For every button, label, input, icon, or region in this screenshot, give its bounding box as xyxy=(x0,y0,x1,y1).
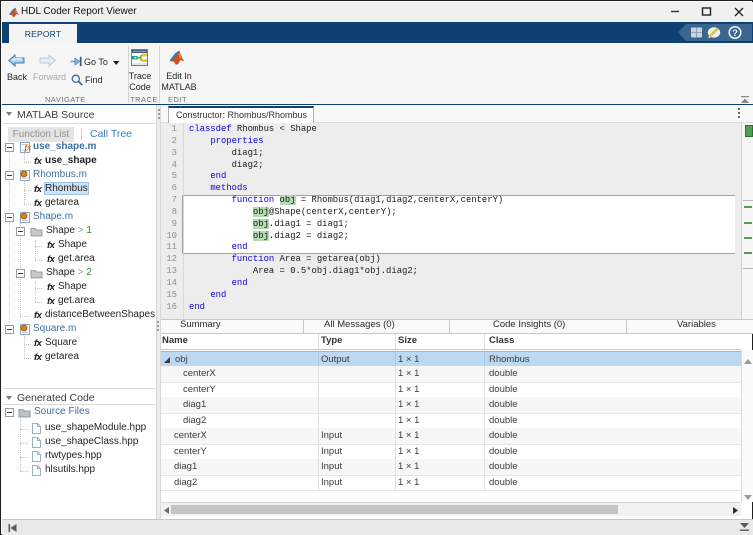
svg-text:?: ? xyxy=(732,28,738,39)
svg-text:fx: fx xyxy=(25,143,32,152)
